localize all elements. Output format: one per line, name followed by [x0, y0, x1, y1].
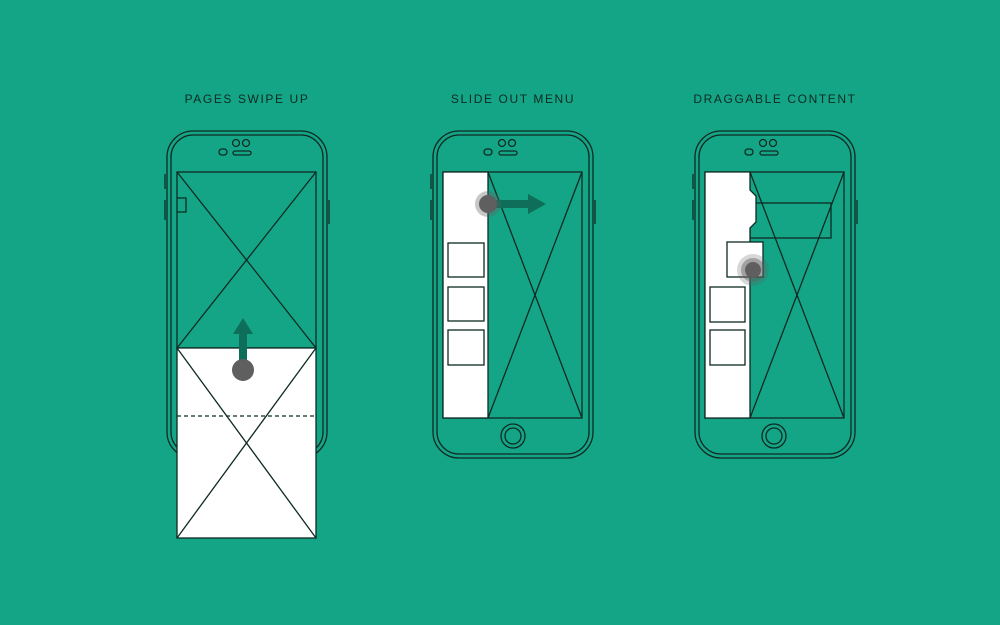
touch-point: [737, 254, 769, 286]
illustration-canvas: PAGES SWIPE UP SLIDE OUT MENU DRAGGABLE …: [0, 0, 1000, 625]
touch-point: [475, 191, 501, 217]
touch-point: [232, 359, 254, 381]
caption-drag: DRAGGABLE CONTENT: [693, 92, 857, 106]
side-panel: [704, 171, 757, 419]
caption-slide-menu: SLIDE OUT MENU: [450, 92, 576, 106]
caption-swipe-up: PAGES SWIPE UP: [184, 92, 310, 106]
